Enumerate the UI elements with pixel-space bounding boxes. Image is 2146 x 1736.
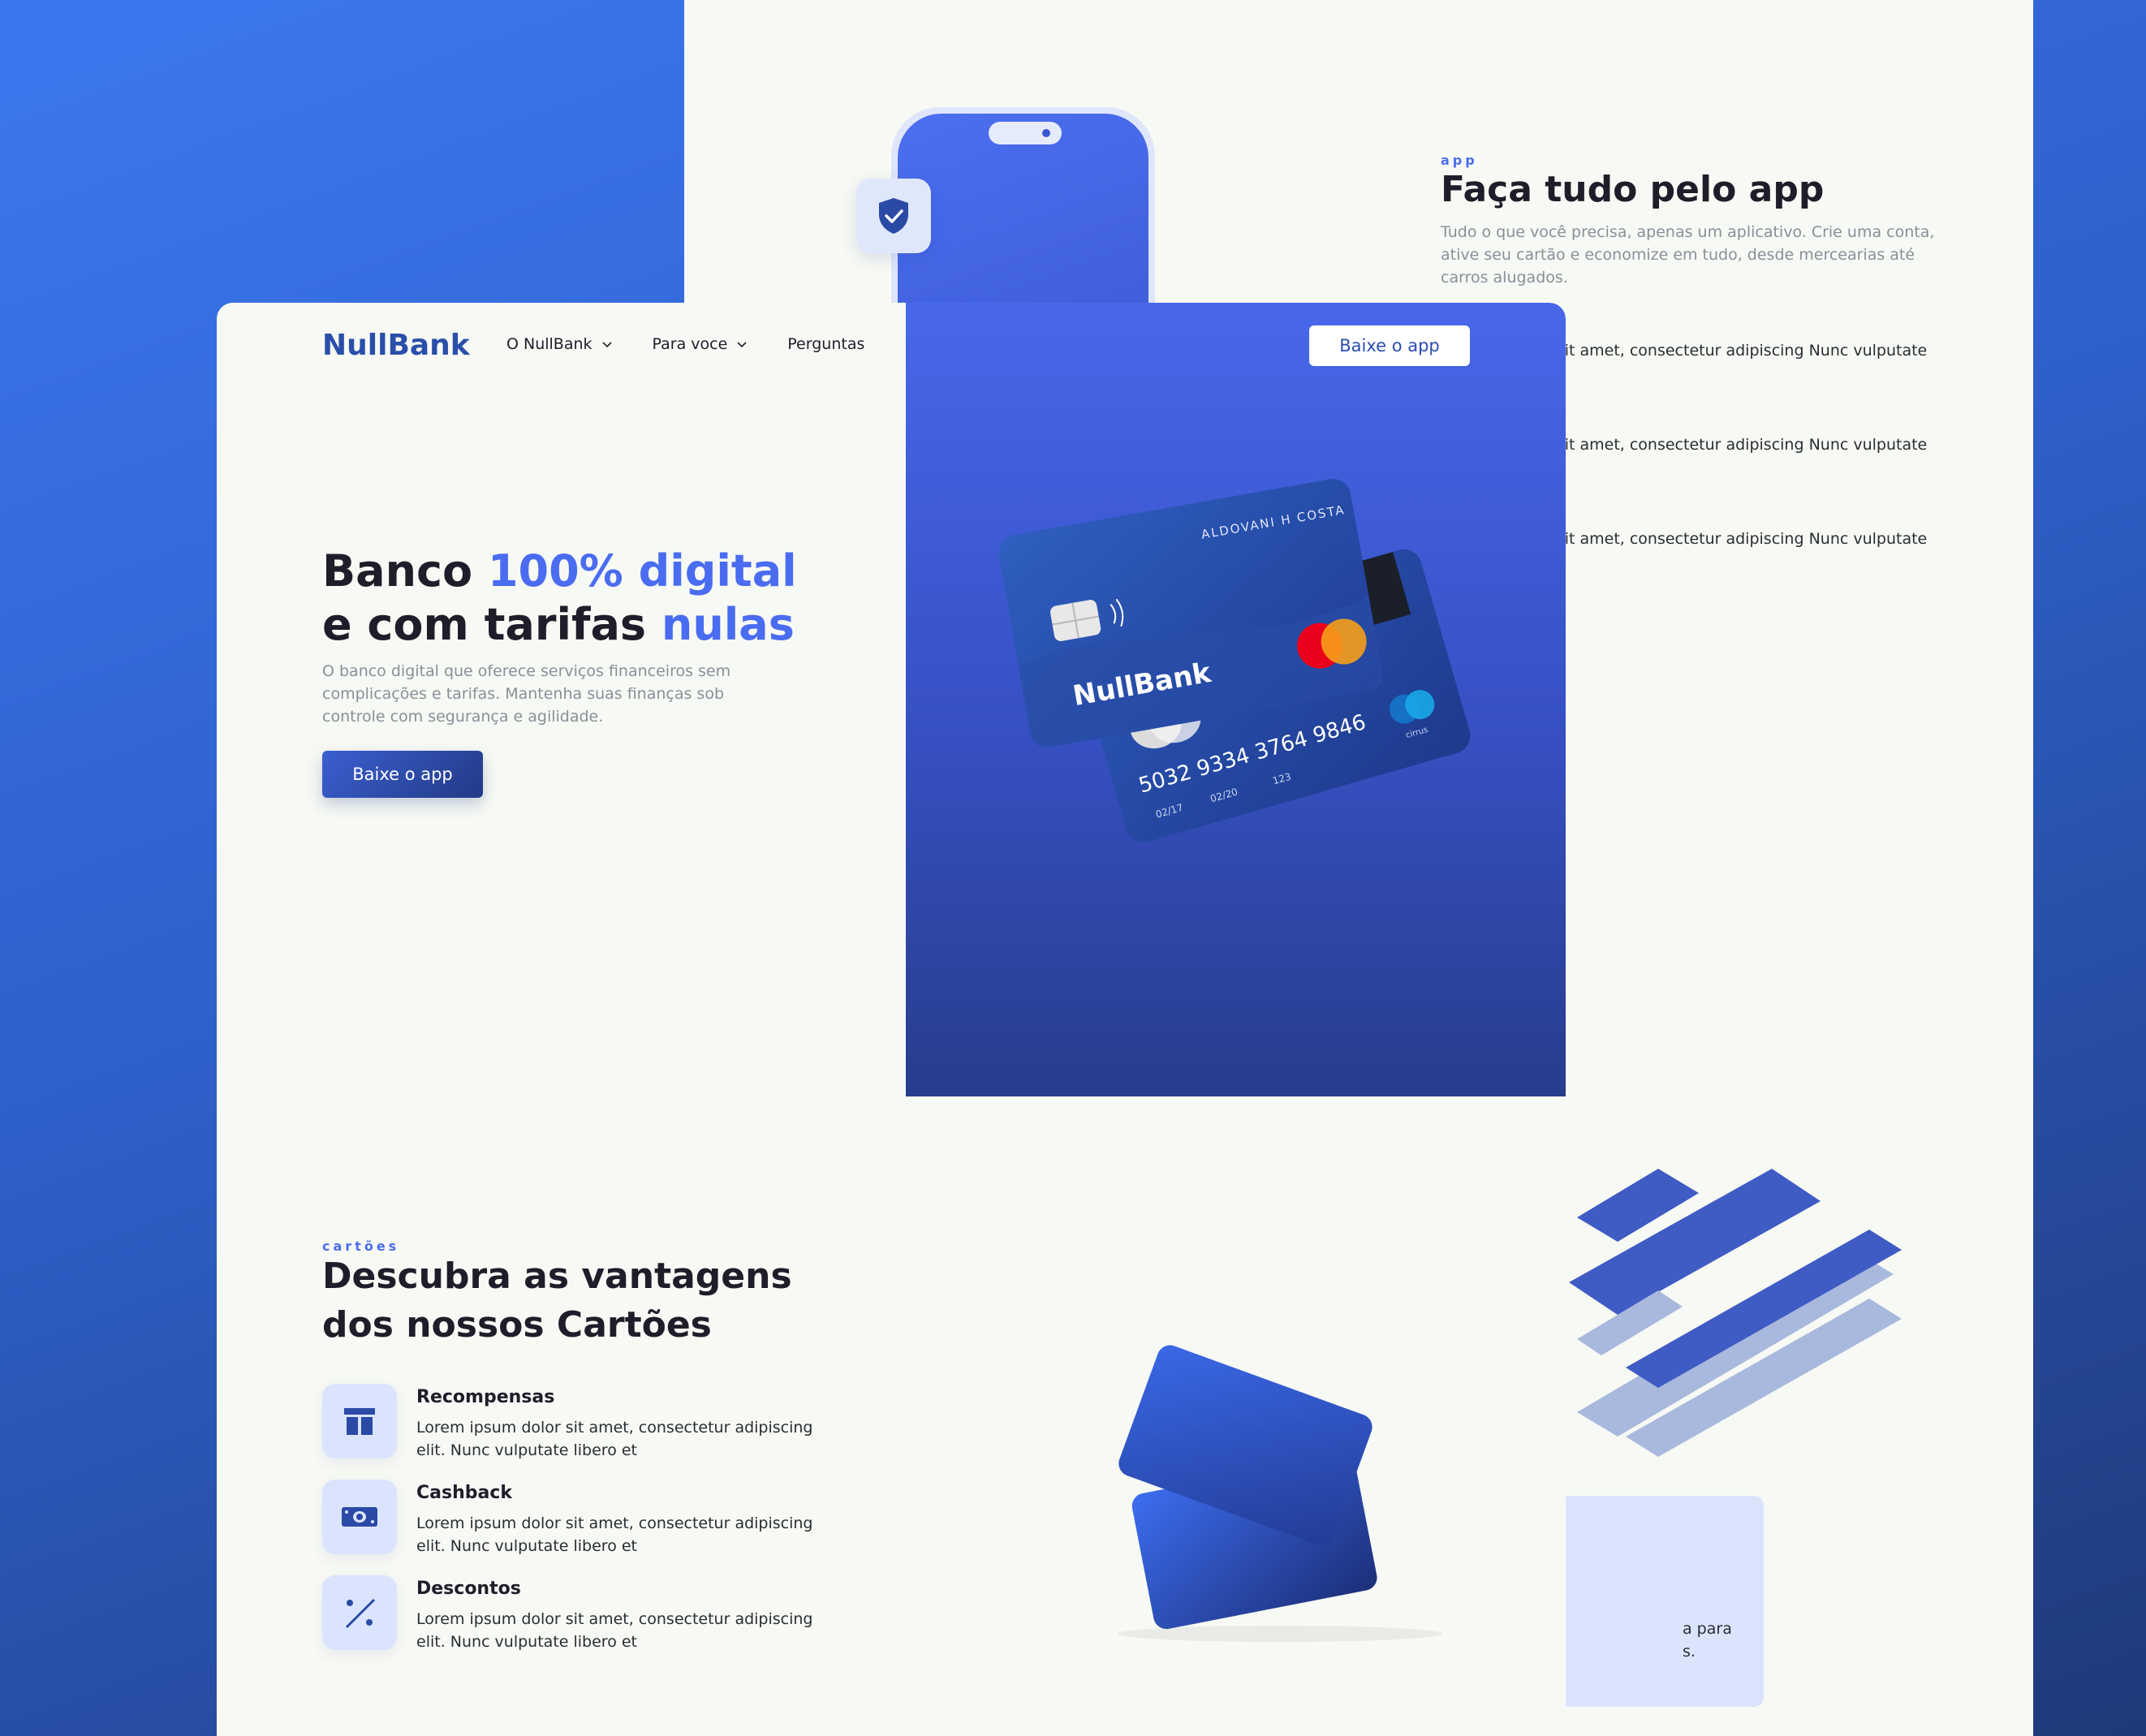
- nav-item-perguntas[interactable]: Perguntas: [787, 335, 864, 353]
- floating-cards-illustration: [1118, 1345, 1442, 1642]
- cards-section-title: Descubra as vantagens dos nossos Cartões: [322, 1256, 792, 1346]
- hero-download-button[interactable]: Baixe o app: [322, 751, 483, 798]
- hero-description: O banco digital que oferece serviços fin…: [322, 662, 731, 726]
- feature-title: Recompensas: [416, 1387, 555, 1407]
- side-info-card: a para s.: [1561, 1496, 1764, 1707]
- nav-item-label: Perguntas: [787, 335, 865, 353]
- feature-title: Descontos: [416, 1579, 521, 1599]
- feature-description: Lorem ipsum dolor sit amet, consectetur …: [416, 1419, 813, 1459]
- nav-item-o-nullbank[interactable]: O NullBank: [506, 335, 612, 353]
- percent-icon: [322, 1575, 397, 1650]
- app-section-title: Faça tudo pelo app: [1441, 169, 1825, 210]
- nav-item-para-voce[interactable]: Para voce: [653, 335, 748, 353]
- hero-title: Banco 100% digital e com tarifas nulas: [322, 545, 825, 652]
- credit-cards-illustration: gold 5032 9334 3764 9846 02/17 02/20 123…: [998, 479, 1471, 842]
- chevron-down-icon: [601, 342, 612, 348]
- home-page-mockup: NullBank O NullBank Para voce Perguntas …: [217, 303, 1566, 1736]
- hero-title-accent: 100% digital: [487, 545, 797, 597]
- phone-notch: [989, 122, 1062, 144]
- brand-logo[interactable]: NullBank: [322, 329, 470, 362]
- hero-title-text: e com tarifas: [322, 599, 661, 650]
- chevron-down-icon: [737, 342, 747, 348]
- hero-title-accent: nulas: [661, 599, 795, 650]
- nav-item-label: Para voce: [652, 335, 728, 353]
- feature-item-rewards: Recompensas Lorem ipsum dolor sit amet, …: [322, 1384, 842, 1465]
- feature-title: Cashback: [416, 1483, 513, 1503]
- gift-icon: [322, 1384, 397, 1458]
- stripes-illustration: [1569, 1169, 1902, 1457]
- side-card-text: a para: [1683, 1620, 1732, 1638]
- main-nav: O NullBank Para voce Perguntas: [506, 335, 905, 353]
- side-card-text: s.: [1683, 1643, 1696, 1661]
- shield-check-icon: [856, 179, 931, 253]
- app-section-description: Tudo o que você precisa, apenas um aplic…: [1441, 223, 1935, 286]
- hero-title-text: Banco: [322, 545, 488, 597]
- feature-item-cashback: Cashback Lorem ipsum dolor sit amet, con…: [322, 1480, 842, 1561]
- app-section-tag: app: [1441, 153, 1478, 168]
- nav-item-label: O NullBank: [506, 335, 593, 353]
- money-icon: [322, 1480, 397, 1554]
- feature-item-discounts: Descontos Lorem ipsum dolor sit amet, co…: [322, 1575, 842, 1656]
- header-download-button[interactable]: Baixe o app: [1309, 325, 1470, 366]
- feature-description: Lorem ipsum dolor sit amet, consectetur …: [416, 1610, 813, 1651]
- feature-description: Lorem ipsum dolor sit amet, consectetur …: [416, 1514, 813, 1555]
